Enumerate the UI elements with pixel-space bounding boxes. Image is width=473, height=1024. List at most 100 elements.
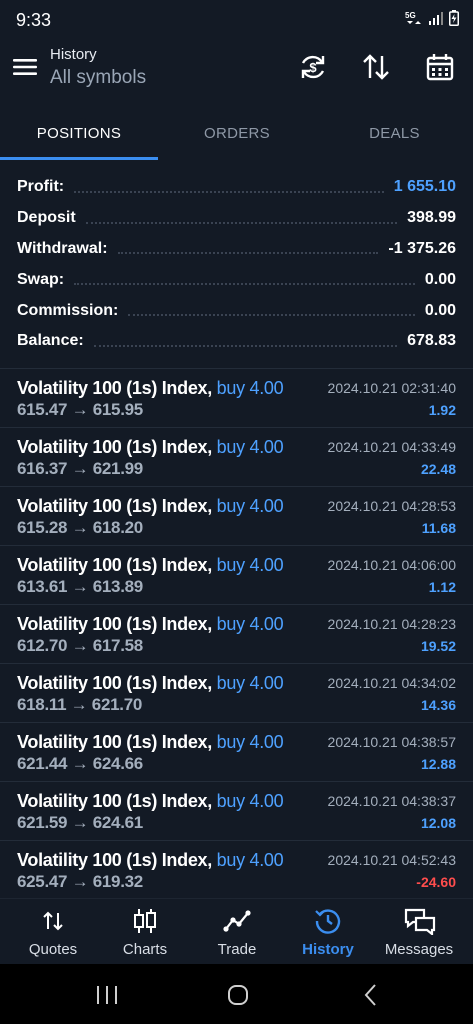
header-titles[interactable]: History All symbols xyxy=(50,46,146,89)
symbol-name: Volatility 100 (1s) Index, xyxy=(17,732,212,752)
trend-line-icon xyxy=(222,907,252,935)
dotted-leader xyxy=(128,313,415,317)
symbol-filter[interactable]: All symbols xyxy=(50,67,146,89)
nav-history[interactable]: History xyxy=(281,899,375,965)
trade-datetime: 2024.10.21 04:28:23 xyxy=(327,616,456,632)
trade-datetime: 2024.10.21 04:34:02 xyxy=(327,675,456,691)
dotted-leader xyxy=(93,344,398,347)
trade-side: buy 4.00 xyxy=(216,555,284,575)
summary-value: 0.00 xyxy=(424,301,456,319)
summary-row-swap: Swap: 0.00 xyxy=(0,264,473,295)
trade-side: buy 4.00 xyxy=(216,850,284,870)
summary-row-deposit: Deposit 398.99 xyxy=(0,203,473,234)
home-icon[interactable] xyxy=(223,982,253,1008)
menu-icon[interactable] xyxy=(12,54,38,80)
position-row[interactable]: Volatility 100 (1s) Index, buy 4.00 613.… xyxy=(0,545,473,604)
position-symbol: Volatility 100 (1s) Index, buy 4.00 xyxy=(17,732,284,753)
price-range: 612.70 → 617.58 xyxy=(17,636,143,655)
summary-row-profit: Profit: 1 655.10 xyxy=(0,172,473,203)
price-range: 621.44 → 624.66 xyxy=(17,754,143,773)
arrows-updown-icon xyxy=(38,907,68,935)
symbol-name: Volatility 100 (1s) Index, xyxy=(17,791,212,811)
trade-datetime: 2024.10.21 04:33:49 xyxy=(327,439,456,455)
svg-text:$: $ xyxy=(309,60,317,75)
trade-side: buy 4.00 xyxy=(216,791,284,811)
nav-quotes[interactable]: Quotes xyxy=(6,899,100,965)
price-range: 621.59 → 624.61 xyxy=(17,813,143,832)
currency-sync-icon[interactable]: $ xyxy=(296,50,330,84)
position-symbol: Volatility 100 (1s) Index, buy 4.00 xyxy=(17,496,284,517)
account-summary: Profit: 1 655.10 Deposit 398.99 Withdraw… xyxy=(0,172,473,357)
trade-profit: 19.52 xyxy=(420,638,456,654)
symbol-name: Volatility 100 (1s) Index, xyxy=(17,850,212,870)
summary-value: 1 655.10 xyxy=(393,178,456,196)
price-range: 615.28 → 618.20 xyxy=(17,518,143,537)
svg-text:5G: 5G xyxy=(405,11,416,20)
trade-profit: 1.92 xyxy=(428,402,456,418)
trade-side: buy 4.00 xyxy=(216,378,284,398)
position-row[interactable]: Volatility 100 (1s) Index, buy 4.00 618.… xyxy=(0,663,473,722)
position-row[interactable]: Volatility 100 (1s) Index, buy 4.00 625.… xyxy=(0,840,473,899)
summary-value: -1 375.26 xyxy=(388,239,456,257)
active-tab-indicator xyxy=(0,157,158,160)
calendar-icon[interactable] xyxy=(423,50,457,84)
position-row[interactable]: Volatility 100 (1s) Index, buy 4.00 621.… xyxy=(0,781,473,840)
nav-messages[interactable]: Messages xyxy=(372,899,466,965)
price-range: 625.47 → 619.32 xyxy=(17,872,143,891)
symbol-name: Volatility 100 (1s) Index, xyxy=(17,437,212,457)
status-bar: 9:33 5G xyxy=(0,0,473,40)
network-5g-icon: 5G xyxy=(405,10,423,26)
position-symbol: Volatility 100 (1s) Index, buy 4.00 xyxy=(17,555,284,576)
candlestick-icon xyxy=(130,907,160,935)
position-symbol: Volatility 100 (1s) Index, buy 4.00 xyxy=(17,791,284,812)
trade-side: buy 4.00 xyxy=(216,614,284,634)
position-row[interactable]: Volatility 100 (1s) Index, buy 4.00 612.… xyxy=(0,604,473,663)
nav-label: Trade xyxy=(217,941,257,958)
position-symbol: Volatility 100 (1s) Index, buy 4.00 xyxy=(17,850,284,871)
summary-label: Profit: xyxy=(17,178,65,196)
history-tabs: POSITIONS ORDERS DEALS xyxy=(0,112,473,162)
trade-profit: 12.08 xyxy=(420,815,456,831)
position-symbol: Volatility 100 (1s) Index, buy 4.00 xyxy=(17,673,284,694)
trade-profit: 12.88 xyxy=(420,756,456,772)
position-row[interactable]: Volatility 100 (1s) Index, buy 4.00 616.… xyxy=(0,427,473,486)
position-symbol: Volatility 100 (1s) Index, buy 4.00 xyxy=(17,614,284,635)
trade-datetime: 2024.10.21 04:38:57 xyxy=(327,734,456,750)
signal-icon xyxy=(429,11,443,25)
trade-side: buy 4.00 xyxy=(216,673,284,693)
chat-bubbles-icon xyxy=(404,907,436,937)
dotted-leader xyxy=(85,221,398,224)
battery-icon xyxy=(449,10,459,26)
nav-charts[interactable]: Charts xyxy=(98,899,192,965)
dotted-leader xyxy=(117,251,379,255)
nav-trade[interactable]: Trade xyxy=(190,899,284,965)
positions-list: Volatility 100 (1s) Index, buy 4.00 615.… xyxy=(0,368,473,899)
summary-label: Deposit xyxy=(17,209,76,227)
symbol-name: Volatility 100 (1s) Index, xyxy=(17,555,212,575)
system-icons: 5G xyxy=(405,10,459,26)
trade-profit: 11.68 xyxy=(421,520,456,536)
recent-apps-icon[interactable] xyxy=(92,982,122,1008)
price-range: 616.37 → 621.99 xyxy=(17,459,143,478)
tab-deals[interactable]: DEALS xyxy=(316,112,473,160)
trade-datetime: 2024.10.21 04:06:00 xyxy=(327,557,456,573)
position-row[interactable]: Volatility 100 (1s) Index, buy 4.00 615.… xyxy=(0,486,473,545)
sort-icon[interactable] xyxy=(359,50,393,84)
back-icon[interactable] xyxy=(356,982,386,1008)
position-row[interactable]: Volatility 100 (1s) Index, buy 4.00 615.… xyxy=(0,368,473,427)
summary-label: Withdrawal: xyxy=(17,239,108,257)
status-time: 9:33 xyxy=(16,10,52,30)
nav-label: Charts xyxy=(122,941,168,958)
summary-value: 0.00 xyxy=(424,270,456,288)
trade-side: buy 4.00 xyxy=(216,496,284,516)
price-range: 613.61 → 613.89 xyxy=(17,577,143,596)
summary-label: Swap: xyxy=(17,270,65,288)
trade-datetime: 2024.10.21 04:52:43 xyxy=(327,852,456,868)
tab-positions[interactable]: POSITIONS xyxy=(0,112,158,160)
symbol-name: Volatility 100 (1s) Index, xyxy=(17,673,212,693)
tab-orders[interactable]: ORDERS xyxy=(158,112,316,160)
position-row[interactable]: Volatility 100 (1s) Index, buy 4.00 621.… xyxy=(0,722,473,781)
nav-label: Messages xyxy=(384,941,454,958)
position-symbol: Volatility 100 (1s) Index, buy 4.00 xyxy=(17,378,284,399)
trade-side: buy 4.00 xyxy=(216,437,284,457)
